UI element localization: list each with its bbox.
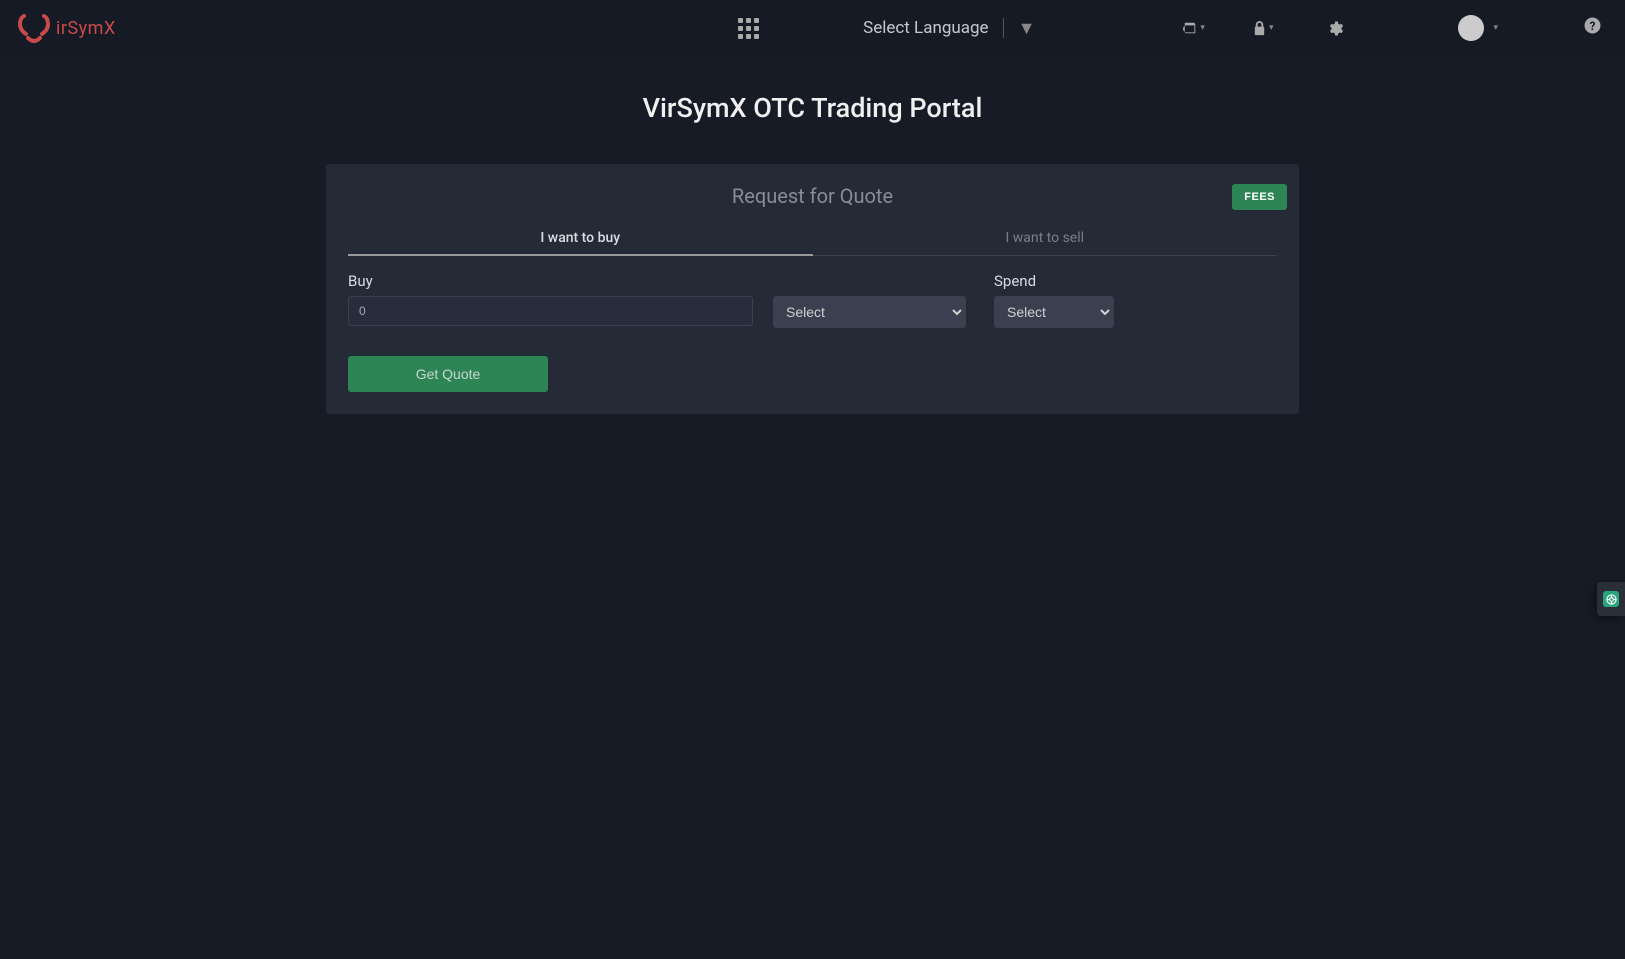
language-dropdown-icon[interactable]: ▼	[1004, 18, 1050, 39]
spend-currency-select[interactable]: Select	[994, 296, 1114, 328]
buy-sell-tabs: I want to buy I want to sell	[348, 222, 1277, 256]
gear-icon	[1329, 21, 1344, 36]
buy-amount-input[interactable]	[348, 296, 753, 326]
tab-sell[interactable]: I want to sell	[813, 222, 1278, 255]
page-title: VirSymX OTC Trading Portal	[0, 56, 1625, 164]
logo-brand-text: irSymX	[56, 18, 116, 39]
caret-down-icon: ▾	[1269, 23, 1274, 33]
help-icon: ?	[1584, 17, 1601, 34]
buy-currency-select[interactable]: Select	[773, 296, 966, 328]
tab-buy[interactable]: I want to buy	[348, 222, 813, 256]
svg-text:?: ?	[1590, 19, 1596, 33]
logo-icon	[16, 10, 52, 46]
book-icon	[1183, 21, 1197, 35]
lock-menu[interactable]: ▾	[1245, 21, 1282, 36]
help-button[interactable]: ?	[1584, 17, 1601, 39]
get-quote-button[interactable]: Get Quote	[348, 356, 548, 392]
book-menu[interactable]: ▾	[1175, 21, 1213, 35]
header-right: Select Language ▼ ▾ ▾	[863, 15, 1609, 41]
support-icon	[1603, 591, 1619, 607]
quote-card: Request for Quote FEES I want to buy I w…	[326, 164, 1299, 414]
quote-form: Buy Select Spend Select Get Quote	[338, 256, 1287, 402]
buy-label: Buy	[348, 272, 753, 290]
caret-down-icon: ▾	[1200, 23, 1205, 33]
support-widget[interactable]	[1597, 582, 1625, 616]
logo[interactable]: irSymX	[16, 10, 116, 46]
lock-icon	[1253, 21, 1266, 36]
header-center	[116, 18, 863, 39]
caret-down-icon: ▾	[1493, 23, 1498, 33]
apps-grid-icon[interactable]	[738, 18, 759, 39]
card-title: Request for Quote	[338, 184, 1287, 222]
settings-button[interactable]	[1321, 21, 1352, 36]
fees-button[interactable]: FEES	[1232, 184, 1287, 210]
header-bar: irSymX Select Language ▼ ▾ ▾	[0, 0, 1625, 56]
user-menu[interactable]: ▾	[1450, 15, 1506, 41]
spend-label: Spend	[994, 272, 1114, 290]
avatar	[1458, 15, 1484, 41]
language-selector[interactable]: Select Language	[863, 18, 1003, 38]
